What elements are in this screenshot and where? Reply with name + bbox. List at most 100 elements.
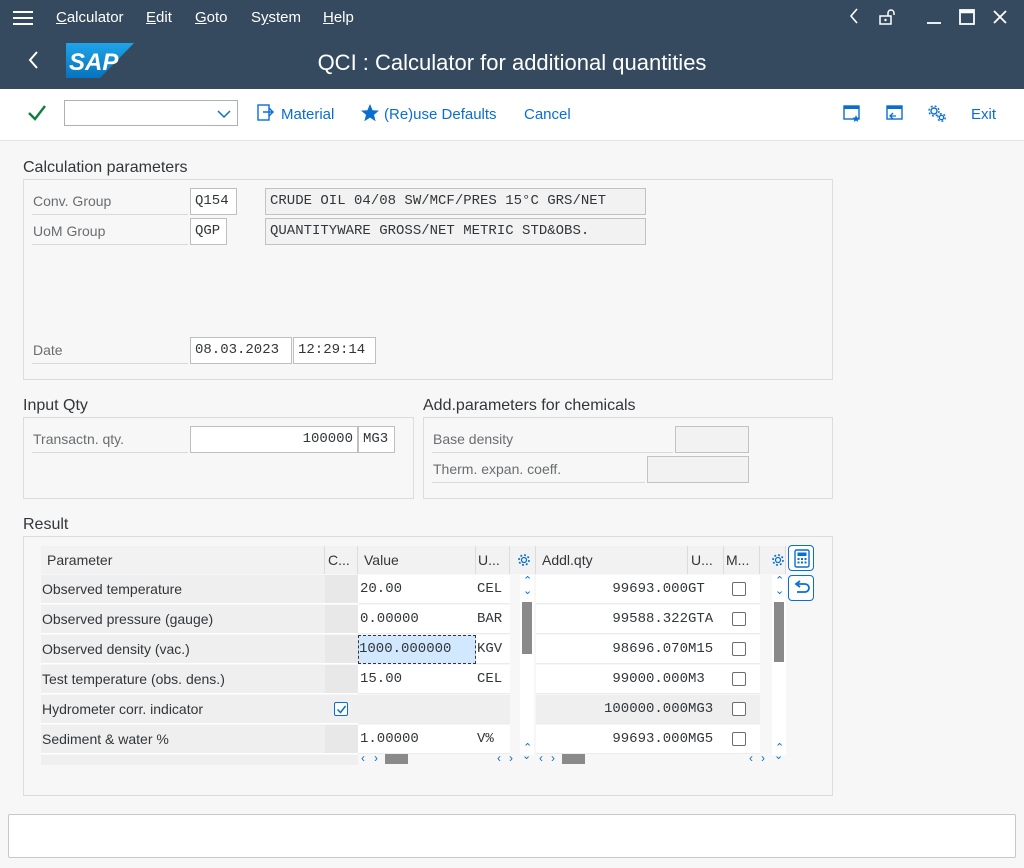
enter-check-icon[interactable]	[27, 103, 47, 128]
uom-group-description: QUANTITYWARE GROSS/NET METRIC STD&OBS.	[265, 218, 646, 245]
left-scrollbar-thumb[interactable]	[522, 602, 532, 654]
uom-group-field[interactable]: QGP	[190, 218, 227, 245]
table-row-c	[325, 695, 358, 724]
left-vertical-scrollbar[interactable]: ⌃ ⌄ ⌃	[520, 575, 534, 755]
table-row-value-focused[interactable]: 1000.000000	[358, 635, 476, 664]
row-checkbox[interactable]	[732, 672, 746, 686]
scroll-down-icon[interactable]: ⌄	[523, 586, 532, 597]
table-row-value[interactable]: 15.00	[358, 665, 476, 694]
time-field[interactable]: 12:29:14	[293, 337, 376, 364]
scroll-down-icon[interactable]: ⌄	[774, 751, 783, 762]
table-settings-left[interactable]	[510, 546, 536, 574]
table-row-unit[interactable]: BAR	[476, 605, 510, 634]
col-header-parameter[interactable]: Parameter	[41, 546, 325, 574]
table-row-addl-qty[interactable]: 99000.000	[536, 665, 688, 694]
date-field[interactable]: 08.03.2023	[190, 337, 292, 364]
table-row-addl-qty[interactable]: 98696.070	[536, 635, 688, 664]
cancel-button[interactable]: Cancel	[524, 106, 571, 123]
calc-params-title: Calculation parameters	[23, 159, 188, 176]
page-title: QCI : Calculator for additional quantiti…	[317, 50, 707, 75]
table-row-c	[325, 575, 358, 604]
row-checkbox[interactable]	[732, 732, 746, 746]
scroll-left-icon[interactable]: ‹	[749, 752, 753, 764]
left-hscroll-thumb[interactable]	[385, 754, 408, 764]
gear-icon[interactable]	[517, 553, 531, 567]
scroll-left-icon[interactable]: ‹	[539, 752, 543, 764]
right-hscroll-thumb[interactable]	[562, 754, 585, 764]
table-row-value[interactable]: 0.00000	[358, 605, 476, 634]
table-row-value[interactable]: 20.00	[358, 575, 476, 604]
row-checkbox[interactable]	[732, 702, 746, 716]
menu-help[interactable]: Help	[323, 9, 354, 26]
chevron-down-icon[interactable]	[217, 109, 231, 119]
table-row-unit[interactable]: CEL	[476, 665, 510, 694]
table-row-value[interactable]: 1.00000	[358, 725, 476, 754]
menu-system[interactable]: System	[251, 9, 301, 26]
table-row-unit[interactable]: CEL	[476, 575, 510, 604]
row-checkbox[interactable]	[732, 642, 746, 656]
table-row-unit[interactable]: V%	[476, 725, 510, 754]
command-field[interactable]	[64, 100, 238, 126]
table-row-addl-qty[interactable]: 99693.000	[536, 575, 688, 604]
menu-calculator[interactable]: Calculator	[56, 9, 124, 26]
transactn-unit-field[interactable]: MG3	[358, 426, 395, 453]
table-row-addl-unit[interactable]: M3	[688, 665, 724, 694]
row-checkbox[interactable]	[732, 612, 746, 626]
table-row-addl-unit[interactable]: MG5	[688, 725, 724, 754]
undo-button[interactable]	[788, 575, 814, 601]
table-row-addl-unit[interactable]: GTA	[688, 605, 724, 634]
scroll-right-icon[interactable]: ›	[761, 752, 765, 764]
scroll-right-icon[interactable]: ›	[374, 752, 378, 764]
table-row-addl-unit[interactable]: M15	[688, 635, 724, 664]
unlock-icon[interactable]	[876, 7, 898, 29]
generate-shortcut-icon[interactable]	[885, 103, 905, 128]
result-title: Result	[23, 516, 69, 533]
scroll-left-icon[interactable]: ‹	[361, 752, 365, 764]
col-header-c[interactable]: C...	[325, 546, 358, 574]
material-icon[interactable]	[256, 103, 276, 128]
therm-coeff-field[interactable]	[647, 456, 749, 483]
reuse-defaults-button[interactable]: (Re)use Defaults	[384, 106, 497, 123]
star-icon[interactable]	[360, 103, 380, 128]
gear-icon[interactable]	[771, 553, 785, 567]
table-row-addl-qty[interactable]: 99588.322	[536, 605, 688, 634]
menu-goto[interactable]: Goto	[195, 9, 228, 26]
row-checkbox[interactable]	[732, 582, 746, 596]
scroll-right-icon[interactable]: ›	[509, 752, 513, 764]
scroll-left-icon[interactable]: ‹	[497, 752, 501, 764]
create-session-icon[interactable]	[842, 103, 862, 128]
table-row-addl-qty[interactable]: 99693.000	[536, 725, 688, 754]
col-header-unit[interactable]: U...	[476, 546, 510, 574]
maximize-icon[interactable]	[956, 7, 978, 29]
table-settings-right[interactable]	[760, 546, 786, 574]
right-scrollbar-thumb[interactable]	[774, 602, 784, 662]
base-density-field[interactable]	[675, 426, 749, 453]
right-horizontal-scrollbar[interactable]: ‹ › ‹ › ⌄	[536, 751, 786, 765]
calculate-button[interactable]	[788, 545, 814, 571]
col-header-value[interactable]: Value	[358, 546, 476, 574]
chevron-left-icon[interactable]	[843, 7, 865, 29]
minimize-icon[interactable]	[923, 7, 945, 29]
material-button[interactable]: Material	[281, 106, 334, 123]
close-icon[interactable]	[989, 7, 1011, 29]
menu-edit[interactable]: Edit	[146, 9, 172, 26]
menu-icon[interactable]	[13, 11, 33, 25]
hydrometer-checkbox[interactable]	[334, 702, 348, 716]
exit-button[interactable]: Exit	[971, 106, 996, 123]
table-row-addl-qty[interactable]: 100000.000	[536, 695, 688, 724]
settings-gears-icon[interactable]	[927, 103, 947, 128]
col-header-addl-unit[interactable]: U...	[688, 546, 724, 574]
table-row-c	[325, 635, 358, 664]
scroll-down-icon[interactable]: ⌄	[775, 586, 784, 597]
scroll-down-icon[interactable]: ⌄	[522, 751, 531, 762]
left-horizontal-scrollbar[interactable]: ‹ › ‹ › ⌄	[358, 751, 536, 765]
col-header-m[interactable]: M...	[724, 546, 760, 574]
right-vertical-scrollbar[interactable]: ⌃ ⌄ ⌃	[772, 575, 786, 755]
table-row-addl-unit[interactable]: GT	[688, 575, 724, 604]
col-header-addl-qty[interactable]: Addl.qty	[536, 546, 688, 574]
scroll-right-icon[interactable]: ›	[551, 752, 555, 764]
transactn-qty-field[interactable]: 100000	[190, 426, 358, 453]
table-row-addl-unit[interactable]: MG3	[688, 695, 724, 724]
conv-group-field[interactable]: Q154	[190, 188, 237, 215]
table-row-unit[interactable]: KGV	[476, 635, 510, 664]
